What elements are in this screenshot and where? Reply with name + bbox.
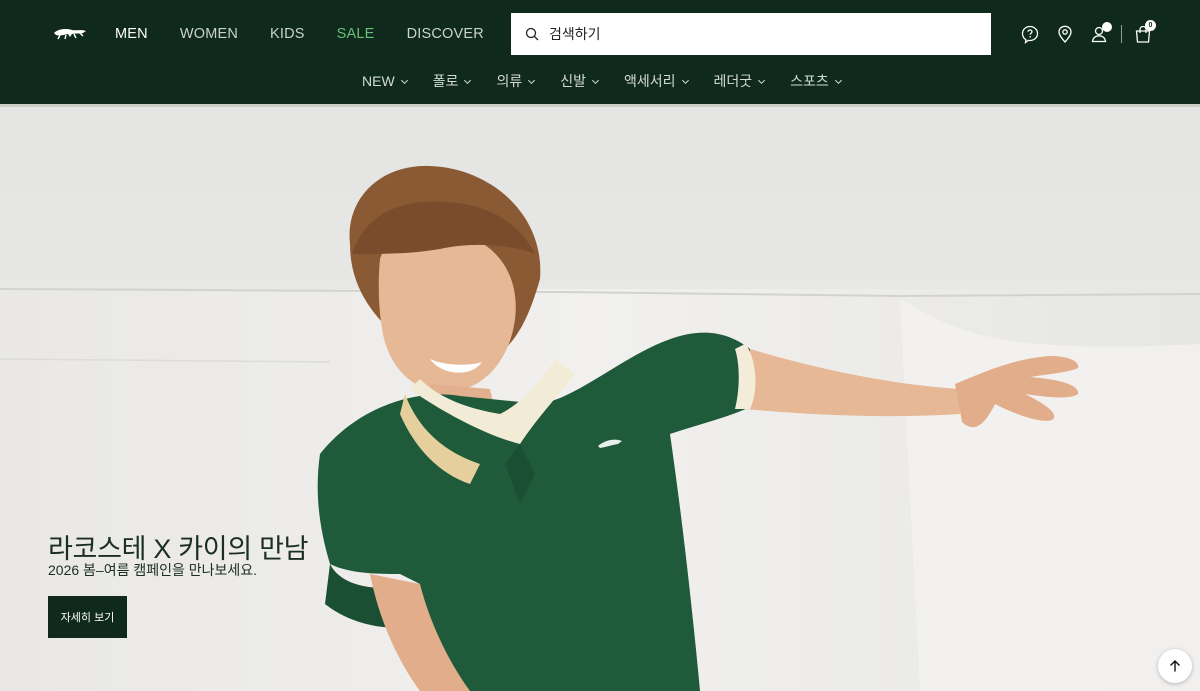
category-label: NEW <box>362 73 395 89</box>
nav-women[interactable]: WOMEN <box>180 25 238 43</box>
search-box[interactable] <box>511 13 991 55</box>
main-nav: MEN WOMEN KIDS SALE DISCOVER <box>115 25 516 43</box>
category-label: 액세서리 <box>623 73 676 89</box>
notification-dot <box>1102 22 1112 32</box>
chevron-down-icon <box>681 79 689 84</box>
category-label: 레더굿 <box>713 73 753 89</box>
hero-banner: 라코스테 X 카이의 만남 2026 봄–여름 캠페인을 만나보세요. 자세히 … <box>0 104 1200 691</box>
chevron-down-icon <box>528 79 536 84</box>
category-new[interactable]: NEW <box>362 71 409 91</box>
bag-count-badge: 0 <box>1145 20 1156 31</box>
category-sports[interactable]: 스포츠 <box>790 71 843 91</box>
category-accessories[interactable]: 액세서리 <box>624 71 690 91</box>
help-icon <box>1021 25 1039 44</box>
category-shoes[interactable]: 신발 <box>560 71 600 91</box>
utility-icons: 0 <box>1018 20 1156 46</box>
view-details-button[interactable]: 자세히 보기 <box>48 596 127 638</box>
crocodile-logo-icon[interactable] <box>52 23 88 45</box>
category-polo[interactable]: 폴로 <box>433 71 473 91</box>
store-locator-icon <box>1058 25 1072 43</box>
category-label: 신발 <box>560 73 586 89</box>
utility-divider <box>1121 25 1122 43</box>
nav-kids[interactable]: KIDS <box>270 25 305 43</box>
category-nav: NEW 폴로 의류 신발 액세서리 레더굿 스포츠 <box>362 71 867 91</box>
help-button[interactable] <box>1018 22 1042 46</box>
hero-subtitle: 2026 봄–여름 캠페인을 만나보세요. <box>48 562 258 578</box>
chevron-down-icon <box>834 79 842 84</box>
nav-men[interactable]: MEN <box>115 25 148 43</box>
hero-image <box>0 104 1200 691</box>
category-clothing[interactable]: 의류 <box>496 71 536 91</box>
nav-discover[interactable]: DISCOVER <box>407 25 484 43</box>
category-label: 폴로 <box>432 73 459 89</box>
store-locator-button[interactable] <box>1053 22 1077 46</box>
account-button[interactable] <box>1088 22 1112 46</box>
site-header: MEN WOMEN KIDS SALE DISCOVER 검색하기 0 NEW … <box>0 0 1200 104</box>
scroll-to-top-button[interactable] <box>1158 649 1192 683</box>
arrow-up-icon <box>1170 660 1180 672</box>
shopping-bag-button[interactable]: 0 <box>1131 20 1156 46</box>
chevron-down-icon <box>400 79 408 84</box>
category-label: 의류 <box>496 73 523 89</box>
category-label: 스포츠 <box>790 73 829 89</box>
search-input[interactable] <box>549 26 949 42</box>
category-leather-goods[interactable]: 레더굿 <box>714 71 767 91</box>
search-icon <box>525 27 539 41</box>
chevron-down-icon <box>591 79 599 84</box>
chevron-down-icon <box>758 79 766 84</box>
nav-sale[interactable]: SALE <box>337 25 375 43</box>
chevron-down-icon <box>464 79 472 84</box>
